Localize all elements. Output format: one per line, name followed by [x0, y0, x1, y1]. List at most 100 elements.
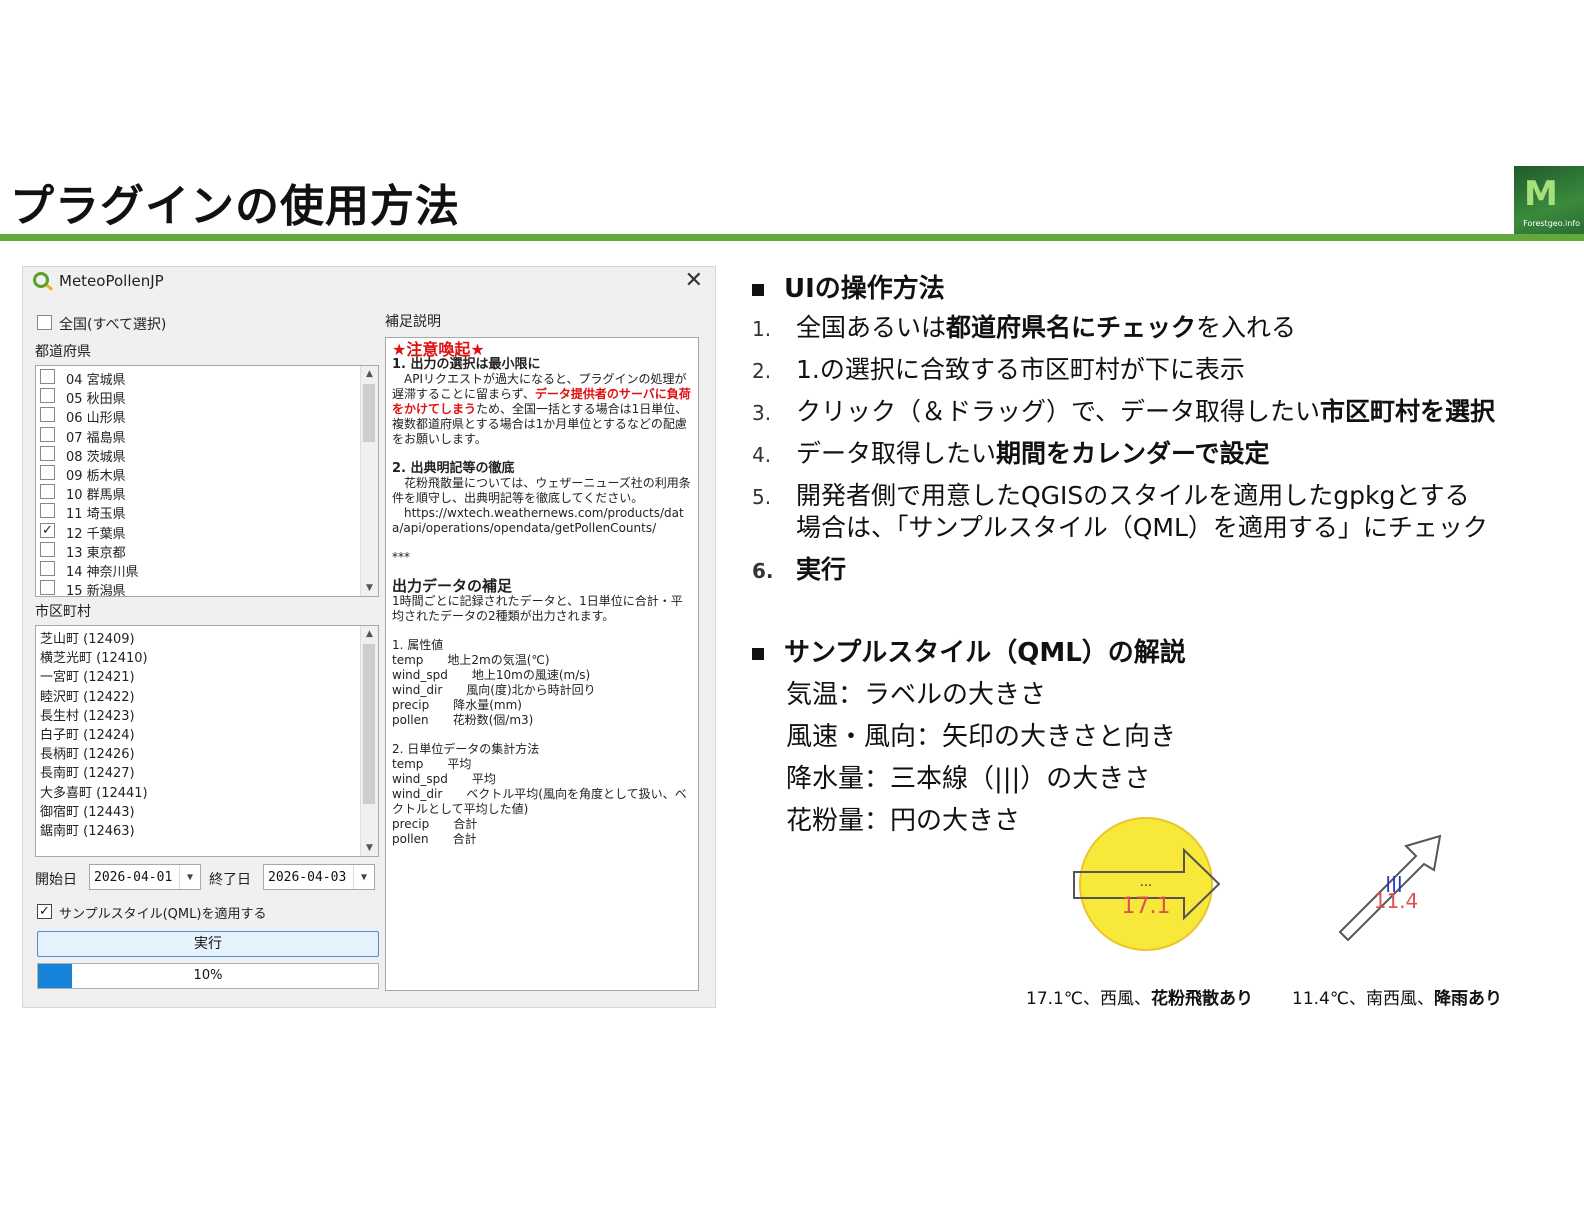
start-date-field[interactable]: 2026-04-01 ▼: [89, 864, 201, 890]
temperature-label: 11.4: [1374, 889, 1419, 913]
sample-style-checkbox[interactable]: ✓: [37, 904, 52, 919]
notes-paragraph-1: APIリクエストが過大になると、プラグインの処理が遅滞することに留まらず、データ…: [392, 372, 691, 446]
notes-attr-title: 1. 属性値: [392, 638, 444, 652]
prefecture-checkbox[interactable]: [40, 484, 55, 500]
qgis-icon-tail: [45, 284, 54, 291]
prefecture-checkbox[interactable]: [40, 369, 55, 384]
municipality-item[interactable]: 一宮町 (12421): [40, 666, 135, 685]
step-item: 4. データ取得したい期間をカレンダーで設定: [752, 439, 1270, 468]
municipality-list[interactable]: ▲ ▼ 芝山町 (12409) 横芝光町 (12410) 一宮町 (12421) 睦沢…: [35, 625, 379, 857]
end-date-label: 終了日: [209, 872, 251, 888]
scroll-thumb[interactable]: [363, 644, 375, 804]
temperature-label: 17.1: [1122, 894, 1171, 919]
notes-agg-item: wind_dir ベクトル平均(風向を角度として扱い、ベクトルとして平均した値): [392, 787, 687, 816]
style-item: 風速・風向：矢印の大きさと向き: [786, 722, 1177, 752]
end-date-value: 2026-04-03: [268, 870, 347, 885]
scroll-down-icon[interactable]: ▼: [361, 840, 378, 856]
select-all-checkbox[interactable]: [37, 315, 52, 330]
square-bullet-icon: [752, 647, 764, 660]
example-pollen-symbol: ... 17.1: [1073, 817, 1221, 951]
ui-section-heading: UIの操作方法: [752, 268, 945, 305]
style-section-heading: サンプルスタイル（QML）の解説: [752, 632, 1186, 669]
prefecture-scrollbar[interactable]: ▲ ▼: [360, 366, 378, 596]
style-item: 気温：ラベルの大きさ: [786, 680, 1047, 710]
progress-bar: 10%: [37, 963, 379, 989]
notes-textbox[interactable]: ★注意喚起★ 1. 出力の選択は最小限に APIリクエストが過大になると、プラグ…: [385, 337, 699, 991]
prefecture-item-label: 07 福島県: [66, 430, 126, 446]
window-title: MeteoPollenJP: [59, 272, 164, 290]
prefecture-list[interactable]: ▲ ▼ 04 宮城県 05 秋田県 06 山形県 07 福島県 08 茨城県 09 栃木県…: [35, 365, 379, 597]
run-button[interactable]: 実行: [37, 931, 379, 957]
prefecture-checkbox[interactable]: [40, 445, 55, 461]
logo-mark: M: [1524, 174, 1558, 214]
notes-paragraph-2: 花粉飛散量については、ウェザーニューズ社の利用条件を順守し、出典明記等を徹底して…: [392, 476, 691, 505]
prefecture-checkbox[interactable]: [40, 503, 55, 519]
prefecture-checkbox[interactable]: [40, 541, 55, 557]
prefecture-checkbox[interactable]: [40, 407, 55, 423]
prefecture-item-label: 15 新潟県: [66, 584, 126, 597]
prefecture-item-label: 04 宮城県: [66, 373, 126, 388]
prefecture-item-label: 09 栃木県: [66, 469, 126, 484]
prefecture-item-label: 13 東京都: [66, 545, 126, 561]
sample-style-label: サンプルスタイル(QML)を適用する: [59, 907, 267, 922]
notes-attr-item: wind_spd 地上10mの風速(m/s): [392, 668, 591, 682]
prefecture-checkbox[interactable]: [40, 580, 55, 596]
notes-attr-item: pollen 花粉数(個/m3): [392, 713, 534, 727]
meteopollen-dialog: MeteoPollenJP ✕ 全国(すべて選択) 都道府県 ▲ ▼ 04 宮城…: [22, 266, 716, 1008]
notes-separator: ***: [392, 550, 410, 564]
scroll-up-icon[interactable]: ▲: [361, 366, 378, 382]
chevron-down-icon[interactable]: ▼: [353, 865, 374, 889]
svg-text:...: ...: [1140, 875, 1152, 890]
notes-agg-item: temp 平均: [392, 757, 472, 771]
notes-warning: ★注意喚起★: [392, 340, 485, 359]
scroll-down-icon[interactable]: ▼: [361, 580, 378, 596]
prefecture-item-label: 12 千葉県: [66, 526, 126, 542]
municipality-item[interactable]: 芝山町 (12409): [40, 628, 135, 647]
select-all-label: 全国(すべて選択): [59, 317, 167, 333]
scroll-thumb[interactable]: [363, 384, 375, 442]
notes-agg-item: wind_spd 平均: [392, 772, 496, 786]
step-item: 2. 1.の選択に合致する市区町村が下に表示: [752, 355, 1245, 384]
close-icon[interactable]: ✕: [685, 268, 703, 293]
slide-title: プラグインの使用方法: [10, 181, 460, 232]
step-item: 場合は、「サンプルスタイル（QML）を適用する」にチェック: [796, 513, 1488, 542]
example-caption-1: 17.1℃、西風、花粉飛散あり: [1026, 989, 1253, 1009]
municipality-item[interactable]: 睦沢町 (12422): [40, 686, 135, 705]
municipality-item[interactable]: 長柄町 (12426): [40, 743, 135, 762]
prefecture-item-label: 11 埼玉県: [66, 507, 126, 523]
municipality-item[interactable]: 長南町 (12427): [40, 762, 135, 781]
end-date-field[interactable]: 2026-04-03 ▼: [263, 864, 375, 890]
forestgeo-logo: M Forestgeo.info: [1514, 166, 1584, 234]
prefecture-item-label: 05 秋田県: [66, 392, 126, 408]
start-date-value: 2026-04-01: [94, 870, 173, 885]
prefecture-label: 都道府県: [35, 344, 91, 360]
notes-paragraph-3: 1時間ごとに記録されたデータと、1日単位に合計・平均されたデータの2種類が出力さ…: [392, 594, 683, 623]
chevron-down-icon[interactable]: ▼: [179, 865, 200, 889]
scroll-up-icon[interactable]: ▲: [361, 626, 378, 642]
prefecture-checkbox[interactable]: [40, 388, 55, 404]
prefecture-checkbox[interactable]: [40, 465, 55, 480]
prefecture-checkbox[interactable]: [40, 426, 55, 442]
notes-heading-3: 出力データの補足: [392, 577, 513, 595]
notes-label: 補足説明: [385, 314, 441, 330]
prefecture-item-label: 08 茨城県: [66, 449, 126, 465]
prefecture-item-label: 06 山形県: [66, 411, 126, 427]
municipality-item[interactable]: 横芝光町 (12410): [40, 647, 148, 666]
municipality-item[interactable]: 御宿町 (12443): [40, 801, 135, 820]
title-divider: [0, 234, 1584, 241]
style-item: 降水量：三本線（|||）の大きさ: [786, 764, 1151, 794]
step-item: 5. 開発者側で用意したQGISのスタイルを適用したgpkgとする: [752, 481, 1470, 510]
municipality-item[interactable]: 大多喜町 (12441): [40, 782, 148, 801]
notes-heading-2: 2. 出典明記等の徹底: [392, 461, 515, 476]
start-date-label: 開始日: [35, 872, 77, 888]
municipality-scrollbar[interactable]: ▲ ▼: [360, 626, 378, 856]
symbol-examples: ... 17.1 ||| 11.4: [1073, 817, 1442, 951]
prefecture-checkbox[interactable]: [40, 561, 55, 576]
municipality-item[interactable]: 長生村 (12423): [40, 705, 135, 724]
step-item: 6. 実行: [752, 555, 847, 584]
notes-agg-item: precip 合計: [392, 817, 478, 831]
municipality-item[interactable]: 鋸南町 (12463): [40, 820, 135, 839]
prefecture-checkbox[interactable]: ✓: [40, 522, 55, 538]
style-item: 花粉量：円の大きさ: [786, 806, 1021, 836]
municipality-item[interactable]: 白子町 (12424): [40, 724, 135, 743]
